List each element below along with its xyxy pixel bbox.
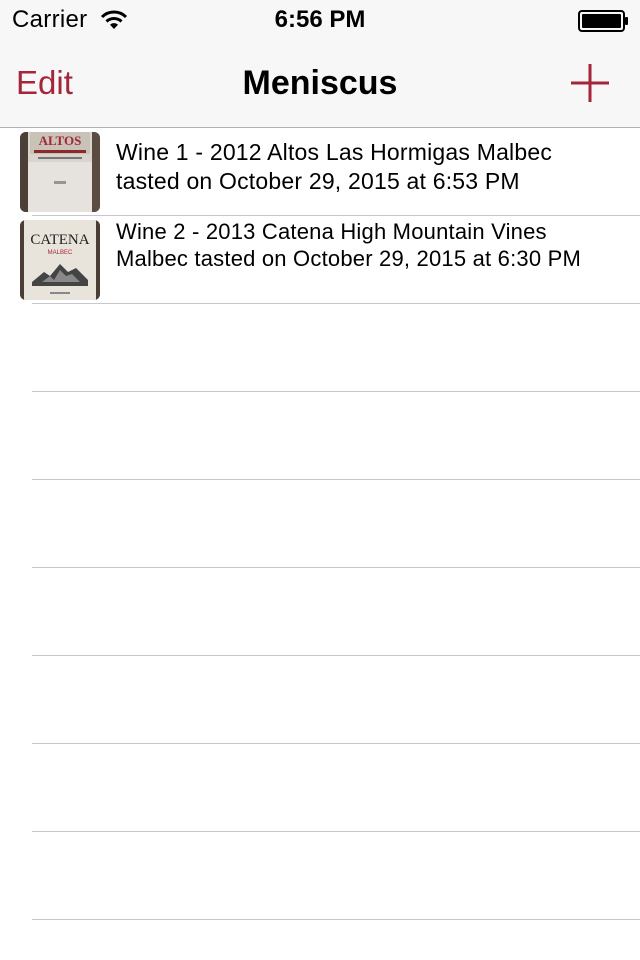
screen: Carrier 6:56 PM Edit Meniscus ALTOS Wine… <box>0 0 640 960</box>
page-title: Meniscus <box>242 64 398 102</box>
status-bar: Carrier 6:56 PM <box>0 0 640 40</box>
plus-icon <box>571 64 609 102</box>
wine-1-label-text: ALTOS <box>39 133 82 148</box>
wine-row-2[interactable]: CATENA MALBEC Wine 2 - 2013 Catena High … <box>0 216 640 304</box>
wine-2-thumbnail: CATENA MALBEC <box>20 220 100 300</box>
empty-row <box>0 656 640 744</box>
navigation-bar: Edit Meniscus <box>0 40 640 128</box>
wine-row-1[interactable]: ALTOS Wine 1 - 2012 Altos Las Hormigas M… <box>0 128 640 216</box>
empty-row <box>0 392 640 480</box>
status-time: 6:56 PM <box>274 6 366 33</box>
add-button[interactable] <box>566 60 614 108</box>
empty-row <box>0 744 640 832</box>
row-divider <box>32 919 640 920</box>
empty-row <box>0 832 640 920</box>
wine-2-description: Wine 2 - 2013 Catena High Mountain Vines… <box>116 219 581 271</box>
empty-row <box>0 568 640 656</box>
wine-list: ALTOS Wine 1 - 2012 Altos Las Hormigas M… <box>0 128 640 960</box>
wine-2-sublabel-text: MALBEC <box>48 250 73 256</box>
battery-icon <box>578 10 628 32</box>
empty-row <box>0 480 640 568</box>
wine-1-thumbnail: ALTOS <box>20 132 100 212</box>
wine-2-label-text: CATENA <box>30 232 89 248</box>
wine-1-description: Wine 1 - 2012 Altos Las Hormigas Malbec … <box>116 139 553 194</box>
empty-row <box>0 304 640 392</box>
